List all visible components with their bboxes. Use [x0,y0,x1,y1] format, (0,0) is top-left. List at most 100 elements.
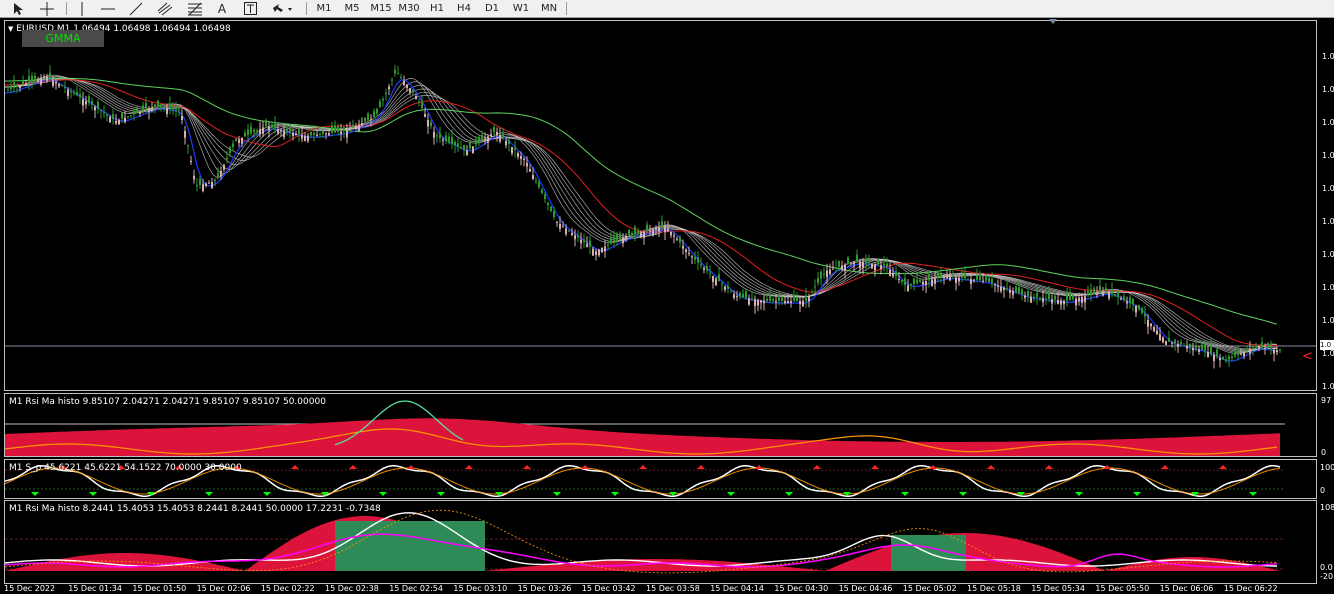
candle-body [1003,287,1005,290]
candle-body [874,264,876,271]
timeframe-m5[interactable]: M5 [339,1,365,16]
candle-body [1126,301,1128,304]
candle-body [382,99,384,101]
candle-body [163,106,165,108]
candle-body [379,101,381,107]
time-axis-label: 15 Dec 02:22 [260,584,315,593]
sell-arrow-icon [407,465,415,469]
rsi-histo-panel[interactable]: M1 Rsi Ma histo 9.85107 2.04271 2.04271 … [4,393,1317,457]
candle-body [280,129,282,131]
candle-body [202,184,204,192]
price-chart-panel[interactable]: ▼ EURUSD,M1 1.06494 1.06498 1.06494 1.06… [4,20,1317,391]
candle-body [10,85,12,90]
candle-body [1183,345,1185,347]
candle-body [907,285,909,292]
candle-body [547,202,549,205]
candle-body [562,226,564,228]
candle-body [16,85,18,87]
candle-body [706,266,708,271]
candle-body [823,273,825,275]
candle-body [19,85,21,88]
toolbar-separator [66,2,67,15]
timeframe-mn[interactable]: MN [535,1,563,16]
candle-body [502,133,504,138]
candle-body [766,298,768,301]
candle-body [853,261,855,265]
candle-body [157,100,159,107]
buy-arrow-icon [959,492,967,496]
candle-body [430,122,432,126]
collapse-triangle-icon[interactable]: ▼ [8,25,13,33]
rsi-panel-header: M1 Rsi Ma histo 9.85107 2.04271 2.04271 … [9,397,326,407]
stoch-panel-header: M1 S_p 45.6221 45.6221 54.1522 70.0000 3… [9,463,242,473]
candle-body [955,277,957,283]
channel-icon[interactable] [156,1,174,16]
candle-body [820,271,822,279]
timeframe-h4[interactable]: H4 [451,1,477,16]
candle-body [1255,345,1257,347]
candle-body [601,248,603,253]
candle-body [799,301,801,305]
candle-body [154,104,156,107]
candle-body [958,277,960,282]
cursor-icon[interactable] [10,1,26,16]
candle-body [49,72,51,79]
candle-body [214,179,216,182]
arrows-icon[interactable] [270,1,296,16]
time-axis-label: 15 Dec 04:14 [710,584,764,593]
candle-body [433,132,435,138]
candle-body [847,257,849,264]
crosshair-icon[interactable] [38,1,56,16]
timeframe-w1[interactable]: W1 [507,1,535,16]
price-label: 1.0 [1322,316,1334,325]
buy-arrow-icon [727,492,735,496]
candle-body [778,294,780,301]
candle-body [256,130,258,132]
candle-body [1039,297,1041,299]
candle-body [319,133,321,135]
candle-body [634,226,636,234]
candle-body [967,278,969,280]
candle-body [421,101,423,108]
stoch-panel[interactable]: M1 S_p 45.6221 45.6221 54.1522 70.0000 3… [4,459,1317,499]
timeframe-m30[interactable]: M30 [395,1,423,16]
candle-body [1225,359,1227,361]
candle-body [1273,349,1275,354]
sell-arrow-icon [349,465,357,469]
vertical-line-icon[interactable] [76,1,88,16]
timeframe-d1[interactable]: D1 [479,1,505,16]
candle-body [355,126,357,128]
price-label: 1.0 [1322,151,1334,160]
candle-body [973,279,975,281]
timeframe-m1[interactable]: M1 [312,1,336,16]
timeframe-h1[interactable]: H1 [424,1,450,16]
candle-body [940,273,942,278]
timeframe-m15[interactable]: M15 [367,1,395,16]
candle-body [403,81,405,85]
candle-body [1258,346,1260,349]
gmma-button[interactable]: GMMA [22,30,104,47]
fibonacci-icon[interactable] [186,1,204,16]
candle-body [265,120,267,126]
candle-body [496,132,498,136]
candle-body [1156,330,1158,335]
candle-body [976,275,978,280]
candle-body [1228,356,1230,360]
text-label-icon[interactable] [242,1,258,16]
shift-marker-icon[interactable] [1049,19,1057,24]
trendline-icon[interactable] [128,1,144,16]
candle-body [1231,356,1233,358]
horizontal-line-icon[interactable] [100,1,116,16]
toolbar-separator [306,2,307,15]
candle-body [520,156,522,159]
rsi-scale-bottom: 0 [1321,448,1327,457]
text-icon[interactable]: A [214,1,230,16]
candle-body [1132,298,1134,305]
candle-body [646,224,648,231]
candle-body [565,228,567,235]
candle-body [784,301,786,304]
time-axis-label: 15 Dec 04:46 [838,584,893,593]
price-label: 1.0 [1322,217,1334,226]
sell-arrow-icon [291,465,299,469]
rsi2-histo-panel[interactable]: M1 Rsi Ma histo 8.2441 15.4053 15.4053 8… [4,500,1317,584]
